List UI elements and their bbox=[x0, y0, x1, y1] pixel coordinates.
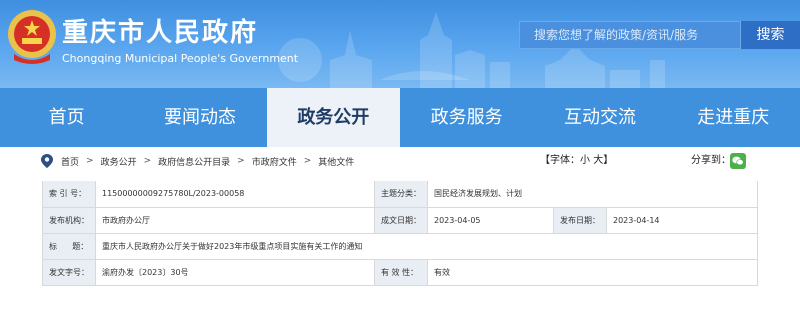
search-button[interactable]: 搜索 bbox=[741, 21, 800, 49]
issuer-label: 发布机构： bbox=[42, 206, 96, 234]
nav-item-home[interactable]: 首页 bbox=[0, 88, 133, 147]
breadcrumb-info-catalog[interactable]: 政府信息公开目录 bbox=[158, 155, 230, 168]
issuer-value: 市政府办公厅 bbox=[95, 206, 375, 234]
search-input[interactable] bbox=[519, 21, 741, 49]
breadcrumb-separator: > bbox=[303, 156, 312, 166]
created-date-value: 2023-04-05 bbox=[427, 206, 554, 234]
doc-number-label: 发文字号： bbox=[42, 258, 96, 286]
table-row: 标 题： 重庆市人民政府办公厅关于做好2023年市级重点项目实施有关工作的通知 bbox=[42, 232, 758, 260]
table-row: 发文字号： 渝府办发〔2023〕30号 有 效 性： 有效 bbox=[42, 258, 758, 286]
document-info-table: 索 引 号： 11500000009275780L/2023-00058 主题分… bbox=[42, 181, 758, 286]
table-row: 发布机构： 市政府办公厅 成文日期： 2023-04-05 发布日期： 2023… bbox=[42, 206, 758, 234]
index-value: 11500000009275780L/2023-00058 bbox=[95, 181, 375, 208]
font-size-label: 【字体： bbox=[540, 155, 580, 166]
location-pin-icon bbox=[41, 154, 53, 168]
title-value: 重庆市人民政府办公厅关于做好2023年市级重点项目实施有关工作的通知 bbox=[95, 232, 758, 260]
breadcrumb: 首页 > 政务公开 > 政府信息公开目录 > 市政府文件 > 其他文件 【字体：… bbox=[41, 150, 759, 172]
breadcrumb-separator: > bbox=[237, 156, 245, 166]
breadcrumb-separator: > bbox=[86, 156, 94, 166]
index-label: 索 引 号： bbox=[42, 181, 96, 208]
site-subtitle: Chongqing Municipal People's Government bbox=[62, 52, 299, 65]
site-title: 重庆市人民政府 bbox=[62, 18, 259, 48]
main-nav: 首页 要闻动态 政务公开 政务服务 互动交流 走进重庆 bbox=[0, 88, 800, 147]
font-size-label-end: 】 bbox=[603, 155, 614, 166]
nav-item-gov-services[interactable]: 政务服务 bbox=[400, 88, 533, 147]
font-size-small-button[interactable]: 小 bbox=[580, 155, 590, 166]
breadcrumb-gov-affairs-open[interactable]: 政务公开 bbox=[101, 155, 137, 168]
breadcrumb-other-docs[interactable]: 其他文件 bbox=[318, 155, 354, 168]
nav-item-interaction[interactable]: 互动交流 bbox=[533, 88, 666, 147]
published-date-label: 发布日期： bbox=[553, 206, 607, 234]
topic-value: 国民经济发展规划、计划 bbox=[427, 181, 758, 208]
breadcrumb-separator: > bbox=[143, 156, 152, 166]
topic-label: 主题分类： bbox=[374, 181, 428, 208]
national-emblem-icon bbox=[8, 10, 56, 64]
nav-item-news[interactable]: 要闻动态 bbox=[133, 88, 266, 147]
breadcrumb-home[interactable]: 首页 bbox=[61, 155, 79, 168]
nav-item-about-chongqing[interactable]: 走进重庆 bbox=[667, 88, 800, 147]
nav-item-gov-affairs-open[interactable]: 政务公开 bbox=[266, 88, 400, 147]
breadcrumb-municipal-docs[interactable]: 市政府文件 bbox=[252, 155, 297, 168]
published-date-value: 2023-04-14 bbox=[606, 206, 758, 234]
title-label: 标 题： bbox=[42, 232, 96, 260]
wechat-share-icon[interactable] bbox=[730, 153, 746, 169]
share-label: 分享到： bbox=[691, 155, 731, 166]
font-size-control: 【字体：小 大】 bbox=[540, 150, 613, 172]
table-row: 索 引 号： 11500000009275780L/2023-00058 主题分… bbox=[42, 181, 758, 208]
validity-value: 有效 bbox=[427, 258, 758, 286]
validity-label: 有 效 性： bbox=[374, 258, 428, 286]
created-date-label: 成文日期： bbox=[374, 206, 428, 234]
font-size-large-button[interactable]: 大 bbox=[593, 155, 603, 166]
doc-number-value: 渝府办发〔2023〕30号 bbox=[95, 258, 375, 286]
header-banner: 重庆市人民政府 Chongqing Municipal People's Gov… bbox=[0, 0, 800, 88]
